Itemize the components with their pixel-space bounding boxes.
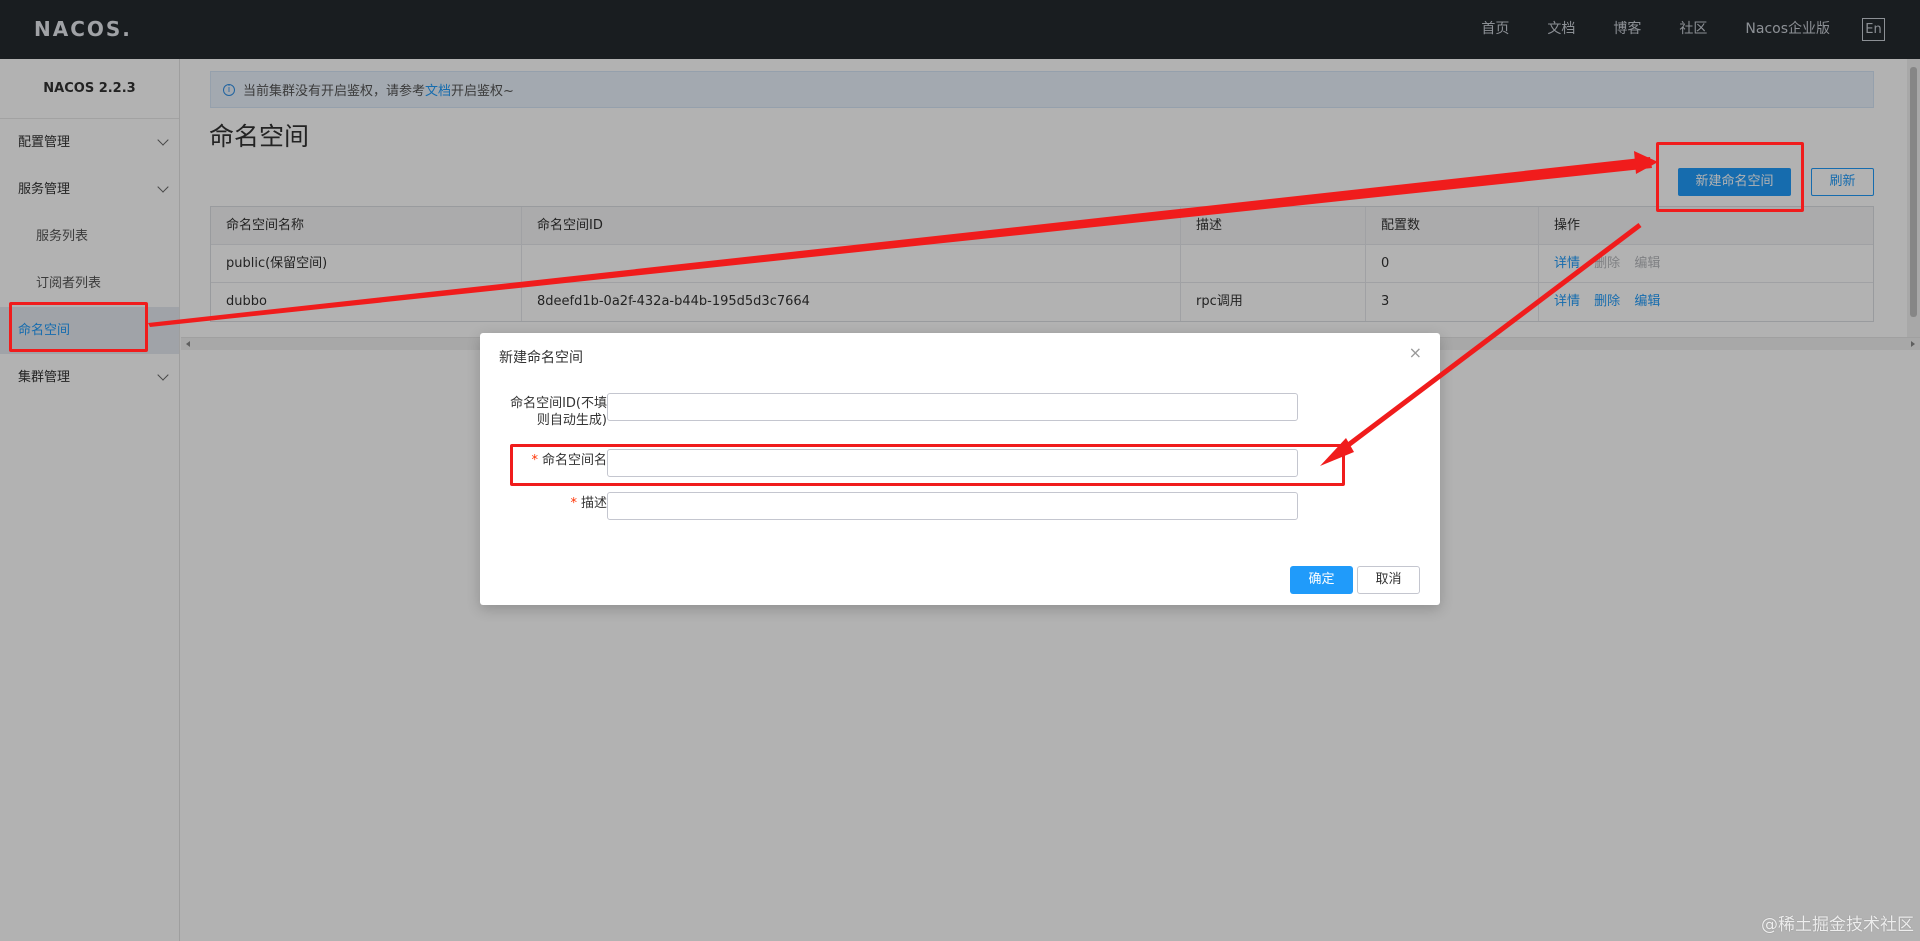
description-label: * 描述: [480, 491, 607, 512]
namespace-id-label-line1: 命名空间ID(不填: [510, 396, 607, 411]
description-label-text: 描述: [580, 496, 607, 511]
watermark: @稀土掘金技术社区: [1761, 915, 1914, 935]
form-row-namespace-id: 命名空间ID(不填 则自动生成): [480, 391, 607, 429]
namespace-id-label-line2: 则自动生成): [536, 413, 607, 428]
form-row-description: * 描述: [480, 491, 607, 512]
close-icon[interactable]: ×: [1409, 343, 1422, 362]
namespace-id-label: 命名空间ID(不填 则自动生成): [480, 391, 607, 429]
required-mark: *: [570, 496, 577, 511]
highlight-new-button: [1656, 142, 1804, 212]
dialog-title: 新建命名空间: [499, 350, 583, 366]
highlight-namespace-menu: [9, 302, 148, 352]
description-input[interactable]: [607, 492, 1298, 520]
namespace-id-input[interactable]: [607, 393, 1298, 421]
cancel-button[interactable]: 取消: [1357, 566, 1420, 594]
highlight-name-field: [510, 444, 1345, 486]
confirm-button[interactable]: 确定: [1290, 566, 1353, 594]
